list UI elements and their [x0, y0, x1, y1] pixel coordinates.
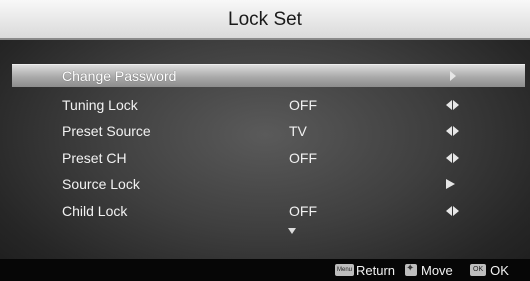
- left-right-arrows-icon[interactable]: [446, 205, 459, 216]
- menu-item-label: Tuning Lock: [62, 96, 138, 113]
- lock-set-menu: Change Password Tuning Lock OFF Preset S…: [0, 64, 530, 224]
- right-arrow-icon[interactable]: [450, 71, 456, 81]
- menu-item-value: OFF: [289, 202, 317, 219]
- menu-item-value: TV: [289, 123, 307, 139]
- ok-hint: OK OK: [470, 259, 509, 281]
- menu-item-change-password[interactable]: Change Password: [12, 64, 525, 87]
- page-title: Lock Set: [0, 0, 530, 40]
- return-label: Return: [356, 262, 396, 278]
- menu-item-label: Preset Source: [62, 123, 151, 139]
- menu-item-child-lock[interactable]: Child Lock OFF: [0, 198, 530, 225]
- menu-key-icon: Menu: [335, 264, 355, 276]
- left-right-arrows-icon[interactable]: [446, 152, 459, 163]
- move-label: Move: [421, 262, 453, 278]
- menu-item-label: Source Lock: [62, 176, 140, 192]
- ok-key-icon: OK: [470, 264, 487, 276]
- menu-item-source-lock[interactable]: Source Lock: [0, 171, 530, 198]
- menu-item-value: OFF: [289, 149, 317, 166]
- menu-item-label: Preset CH: [62, 149, 127, 166]
- ok-label: OK: [490, 262, 509, 278]
- move-icon: [405, 263, 417, 276]
- left-right-arrows-icon[interactable]: [446, 99, 459, 110]
- menu-item-label: Child Lock: [62, 202, 128, 219]
- tv-osd-screen: Lock Set Change Password Tuning Lock OFF…: [0, 0, 530, 281]
- menu-item-preset-ch[interactable]: Preset CH OFF: [0, 145, 530, 172]
- menu-item-tuning-lock[interactable]: Tuning Lock OFF: [0, 92, 530, 119]
- menu-item-label: Change Password: [62, 68, 177, 84]
- move-hint: Move: [405, 259, 453, 281]
- left-right-arrows-icon[interactable]: [446, 126, 459, 137]
- menu-item-value: OFF: [289, 96, 317, 113]
- return-hint: Menu Return: [335, 259, 395, 281]
- menu-item-preset-source[interactable]: Preset Source TV: [0, 118, 530, 145]
- footer-hint-bar: Menu Return Move OK OK: [0, 259, 530, 281]
- scroll-down-arrow-icon[interactable]: [288, 228, 296, 234]
- right-arrow-icon[interactable]: [446, 179, 455, 190]
